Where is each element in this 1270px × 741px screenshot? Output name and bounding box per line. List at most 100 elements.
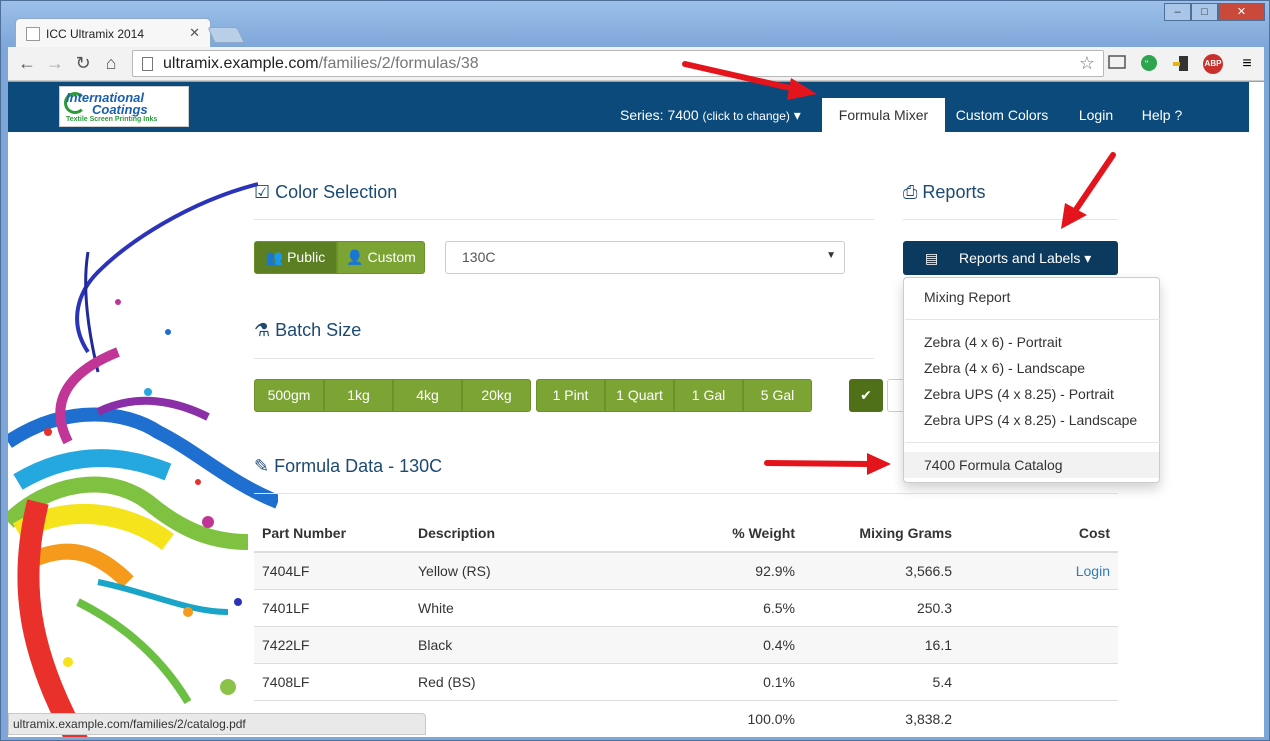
browser-window: ICC Ultramix 2014 ✕ – □ ✕ ← → ↻ ⌂ ultram…: [0, 0, 1270, 741]
menu-divider: [905, 319, 1160, 320]
cost-cell: [960, 662, 1118, 700]
annotation-arrow-reports: [1061, 152, 1116, 229]
site-logo[interactable]: International Coatings Textile Screen Pr…: [59, 86, 189, 127]
nav-formula-mixer[interactable]: Formula Mixer: [822, 98, 945, 132]
browser-tab[interactable]: ICC Ultramix 2014 ✕: [15, 18, 211, 48]
column-header: Part Number: [254, 515, 410, 553]
apply-check-button[interactable]: ✔: [849, 379, 883, 412]
user-icon: 👤: [346, 249, 364, 265]
grams-cell: 250.3: [803, 588, 960, 626]
list-icon: ▤: [925, 250, 939, 266]
bookmark-star-icon[interactable]: ☆: [1079, 53, 1095, 74]
nav-login[interactable]: Login: [1066, 98, 1126, 132]
forward-icon[interactable]: →: [44, 53, 66, 75]
check-icon: ✔: [860, 387, 872, 403]
custom-button[interactable]: 👤 Custom: [337, 241, 425, 274]
reports-and-labels-button[interactable]: ▤ Reports and Labels ▾: [903, 241, 1118, 275]
weight-cell: 0.4%: [646, 625, 803, 663]
part-number-cell: 7404LF: [254, 551, 410, 589]
divider: [254, 358, 874, 359]
weight-cell: 6.5%: [646, 588, 803, 626]
formula-table: Part Number Description % Weight Mixing …: [254, 515, 1118, 737]
nav-help[interactable]: Help ?: [1132, 98, 1192, 132]
site-navbar: International Coatings Textile Screen Pr…: [8, 82, 1249, 132]
table-row: 7408LF Red (BS) 0.1% 5.4: [254, 662, 1118, 700]
batch-500gm-button[interactable]: 500gm: [254, 379, 324, 412]
total-grams-cell: 3,838.2: [803, 699, 960, 737]
menu-icon[interactable]: ≡: [1237, 54, 1257, 74]
close-window-button[interactable]: ✕: [1218, 3, 1265, 21]
grams-cell: 5.4: [803, 662, 960, 700]
column-header: Mixing Grams: [803, 515, 960, 553]
title-bar: ICC Ultramix 2014 ✕ – □ ✕: [1, 1, 1269, 48]
public-button[interactable]: 👥 Public: [254, 241, 337, 274]
phone-extension-icon[interactable]: [1171, 54, 1191, 74]
annotation-arrow-navbar: [682, 61, 817, 100]
users-icon: 👥: [265, 249, 284, 265]
part-number-cell: 7408LF: [254, 662, 410, 700]
cast-icon[interactable]: [1107, 54, 1127, 74]
batch-5gal-button[interactable]: 5 Gal: [743, 379, 812, 412]
paint-splash-image: [8, 182, 278, 737]
new-tab-button[interactable]: [207, 27, 245, 43]
adblock-icon[interactable]: ABP: [1203, 54, 1223, 74]
weight-cell: 0.1%: [646, 662, 803, 700]
url-text: ultramix.example.com/families/2/formulas…: [163, 55, 479, 72]
divider: [254, 219, 874, 220]
reports-heading: ⎙ Reports: [903, 182, 986, 202]
batch-size-heading: ⚗ Batch Size: [254, 320, 362, 340]
series-selector[interactable]: Series: 7400 (click to change) ▾: [620, 107, 801, 124]
weight-cell: 92.9%: [646, 551, 803, 589]
menu-item-formula-catalog[interactable]: 7400 Formula Catalog: [904, 452, 1159, 478]
column-header: Cost: [960, 515, 1118, 553]
table-row: 7401LF White 6.5% 250.3: [254, 588, 1118, 626]
column-header: Description: [410, 515, 646, 553]
chevron-down-icon: ▼: [826, 250, 836, 261]
reload-icon[interactable]: ↻: [72, 53, 94, 75]
part-number-cell: 7422LF: [254, 625, 410, 663]
address-bar[interactable]: ultramix.example.com/families/2/formulas…: [132, 50, 1104, 77]
tab-title: ICC Ultramix 2014: [46, 27, 145, 41]
checkbox-icon: ☑: [254, 182, 271, 202]
cost-login-link[interactable]: Login: [960, 551, 1118, 589]
home-icon[interactable]: ⌂: [100, 53, 122, 75]
nav-custom-colors[interactable]: Custom Colors: [945, 98, 1059, 132]
edit-icon: ✎: [254, 456, 270, 476]
color-select[interactable]: 130C ▼: [445, 241, 845, 274]
divider: [254, 493, 1118, 494]
batch-4kg-button[interactable]: 4kg: [393, 379, 462, 412]
color-selection-heading: ☑ Color Selection: [254, 182, 398, 202]
menu-item-zebra-ups-landscape[interactable]: Zebra UPS (4 x 8.25) - Landscape: [904, 407, 1159, 433]
description-cell: Red (BS): [410, 662, 646, 700]
batch-1pint-button[interactable]: 1 Pint: [536, 379, 605, 412]
printer-icon: ⎙: [903, 182, 918, 202]
cost-cell: [960, 625, 1118, 663]
table-row: 7422LF Black 0.4% 16.1: [254, 625, 1118, 663]
reports-dropdown-menu: Mixing Report Zebra (4 x 6) - Portrait Z…: [903, 277, 1160, 483]
batch-20kg-button[interactable]: 20kg: [462, 379, 531, 412]
batch-1quart-button[interactable]: 1 Quart: [605, 379, 674, 412]
grams-cell: 16.1: [803, 625, 960, 663]
menu-item-zebra-ups-portrait[interactable]: Zebra UPS (4 x 8.25) - Portrait: [904, 381, 1159, 407]
annotation-arrow-catalog: [764, 453, 891, 475]
hangouts-icon[interactable]: ": [1139, 54, 1159, 74]
menu-item-mixing-report[interactable]: Mixing Report: [904, 284, 1159, 310]
batch-1gal-button[interactable]: 1 Gal: [674, 379, 743, 412]
menu-item-zebra-4x6-portrait[interactable]: Zebra (4 x 6) - Portrait: [904, 329, 1159, 355]
back-icon[interactable]: ←: [16, 53, 38, 75]
maximize-button[interactable]: □: [1191, 3, 1218, 21]
cost-cell: [960, 588, 1118, 626]
svg-text:": ": [1145, 59, 1148, 69]
menu-item-zebra-4x6-landscape[interactable]: Zebra (4 x 6) - Landscape: [904, 355, 1159, 381]
formula-data-heading: ✎ Formula Data - 130C: [254, 456, 443, 476]
flask-icon: ⚗: [254, 320, 271, 340]
minimize-button[interactable]: –: [1164, 3, 1191, 21]
table-row: 7404LF Yellow (RS) 92.9% 3,566.5 Login: [254, 551, 1118, 589]
logo-text-2: Coatings: [92, 102, 148, 117]
total-cell: [410, 699, 646, 737]
logo-tagline: Textile Screen Printing Inks: [66, 116, 158, 123]
batch-1kg-button[interactable]: 1kg: [324, 379, 393, 412]
tab-close-icon[interactable]: ✕: [189, 25, 200, 41]
description-cell: Black: [410, 625, 646, 663]
status-bar-url: ultramix.example.com/families/2/catalog.…: [8, 713, 426, 735]
